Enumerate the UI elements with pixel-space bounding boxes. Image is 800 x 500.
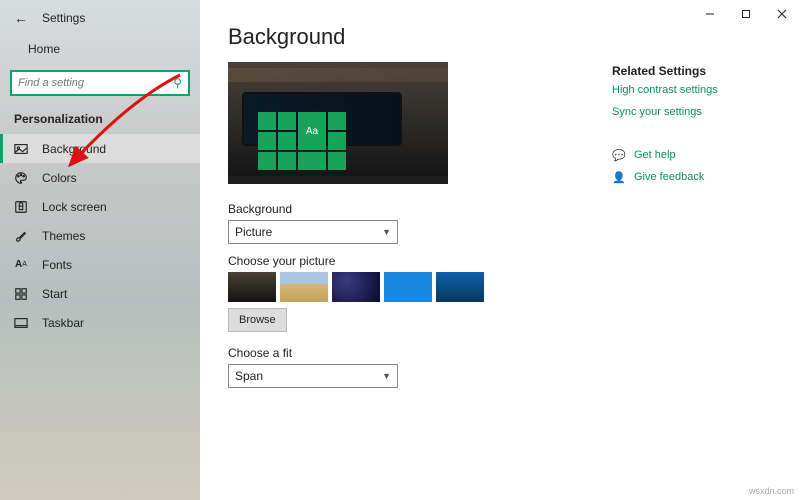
search-icon: ⚲: [173, 76, 182, 90]
picture-thumb[interactable]: [436, 272, 484, 302]
choose-picture-label: Choose your picture: [228, 254, 772, 268]
bg-dropdown[interactable]: Picture ▼: [228, 220, 398, 244]
back-icon[interactable]: ←: [14, 10, 28, 26]
sidebar-item-label: Colors: [42, 171, 77, 185]
search-field[interactable]: [18, 77, 158, 89]
sidebar-item-label: Themes: [42, 229, 85, 243]
app-title: Settings: [42, 11, 85, 25]
minimize-button[interactable]: [692, 0, 728, 28]
bg-dropdown-label: Background: [228, 202, 772, 216]
chevron-down-icon: ▼: [382, 371, 391, 381]
sidebar-home[interactable]: Home: [0, 34, 200, 64]
preview-tile: Aa: [298, 112, 326, 150]
brush-icon: [14, 229, 28, 243]
sidebar-item-label: Taskbar: [42, 316, 84, 330]
palette-icon: [14, 171, 28, 185]
font-icon: AA: [14, 258, 28, 272]
main-content: Background Aa Background Picture ▼ Choos…: [200, 0, 800, 500]
sidebar-item-label: Start: [42, 287, 67, 301]
picture-thumbs: [228, 272, 772, 302]
page-title: Background: [228, 24, 772, 50]
related-panel: Related Settings High contrast settings …: [612, 64, 772, 192]
fit-dropdown-label: Choose a fit: [228, 346, 772, 360]
bg-dropdown-value: Picture: [235, 225, 272, 239]
sidebar-item-colors[interactable]: Colors: [0, 163, 200, 192]
sidebar-item-label: Fonts: [42, 258, 72, 272]
sidebar-item-lockscreen[interactable]: Lock screen: [0, 192, 200, 221]
related-heading: Related Settings: [612, 64, 772, 78]
browse-button[interactable]: Browse: [228, 308, 287, 332]
sidebar-item-background[interactable]: Background: [0, 134, 200, 163]
fit-dropdown-value: Span: [235, 369, 263, 383]
watermark: wsxdn.com: [749, 486, 794, 496]
sidebar-item-label: Lock screen: [42, 200, 107, 214]
picture-thumb[interactable]: [280, 272, 328, 302]
sidebar-home-label: Home: [28, 42, 60, 56]
taskbar-icon: [14, 316, 28, 330]
chat-icon: 💬: [612, 148, 626, 162]
lock-icon: [14, 200, 28, 214]
related-link[interactable]: Sync your settings: [612, 106, 772, 118]
fit-dropdown[interactable]: Span ▼: [228, 364, 398, 388]
picture-thumb[interactable]: [384, 272, 432, 302]
sidebar-item-start[interactable]: Start: [0, 279, 200, 308]
start-icon: [14, 287, 28, 301]
sidebar-item-taskbar[interactable]: Taskbar: [0, 308, 200, 337]
category-header: Personalization: [0, 106, 200, 134]
give-feedback-link[interactable]: Give feedback: [634, 171, 704, 183]
maximize-button[interactable]: [728, 0, 764, 28]
chevron-down-icon: ▼: [382, 227, 391, 237]
picture-icon: [14, 142, 28, 156]
sidebar-item-label: Background: [42, 142, 106, 156]
picture-thumb[interactable]: [228, 272, 276, 302]
sidebar: ← Settings Home ⚲ Personalization Backgr…: [0, 0, 200, 500]
picture-thumb[interactable]: [332, 272, 380, 302]
get-help-link[interactable]: Get help: [634, 149, 676, 161]
sidebar-item-fonts[interactable]: AA Fonts: [0, 250, 200, 279]
person-icon: 👤: [612, 170, 626, 184]
close-button[interactable]: [764, 0, 800, 28]
background-preview: Aa: [228, 62, 448, 184]
search-input[interactable]: ⚲: [10, 70, 190, 96]
related-link[interactable]: High contrast settings: [612, 84, 772, 96]
sidebar-item-themes[interactable]: Themes: [0, 221, 200, 250]
